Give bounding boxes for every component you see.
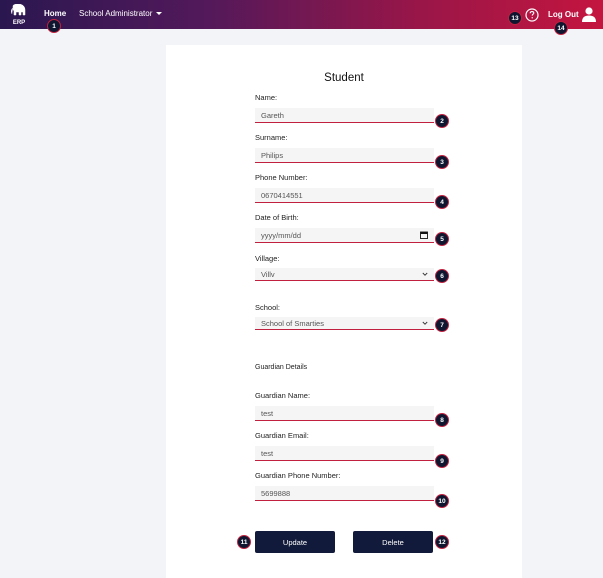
role-dropdown[interactable]: School Administrator — [79, 9, 163, 18]
name-label: Name: — [255, 93, 278, 102]
annotation-badge: 8 — [435, 413, 449, 427]
phone-input[interactable]: 0670414551 — [255, 188, 434, 203]
annotation-badge: 4 — [435, 195, 449, 209]
annotation-badge: 5 — [435, 232, 449, 246]
delete-button[interactable]: Delete — [353, 531, 433, 553]
student-form-card: Student Name: Gareth Surname: Philips Ph… — [166, 45, 522, 578]
village-label: Village: — [255, 254, 280, 263]
form-title: Student — [324, 72, 364, 84]
dob-input[interactable]: yyyy/mm/dd — [255, 228, 434, 243]
surname-input[interactable]: Philips — [255, 148, 434, 163]
village-value: Villv — [261, 269, 275, 279]
update-button[interactable]: Update — [255, 531, 335, 553]
chevron-down-icon — [422, 321, 428, 325]
school-value: School of Smarties — [261, 318, 324, 328]
dob-label: Date of Birth: — [255, 213, 299, 222]
guardian-name-label: Guardian Name: — [255, 391, 311, 400]
guardian-name-input[interactable]: test — [255, 406, 434, 421]
annotation-badge: 6 — [435, 269, 449, 283]
guardian-phone-label: Guardian Phone Number: — [255, 471, 341, 480]
school-label: School: — [255, 303, 281, 312]
annotation-badge: 3 — [435, 155, 449, 169]
role-dropdown-label: School Administrator — [79, 9, 153, 18]
nav-home-link[interactable]: Home — [44, 9, 66, 18]
guardian-email-input[interactable]: test — [255, 446, 434, 461]
surname-label: Surname: — [255, 133, 288, 142]
calendar-icon[interactable] — [420, 231, 428, 239]
village-select[interactable]: Villv — [255, 268, 434, 281]
annotation-badge: 7 — [435, 318, 449, 332]
school-select[interactable]: School of Smarties — [255, 317, 434, 330]
annotation-badge: 10 — [435, 494, 449, 508]
elephant-icon[interactable]: ERP — [10, 4, 28, 26]
phone-label: Phone Number: — [255, 173, 308, 182]
caret-down-icon — [156, 12, 163, 15]
logo-text: ERP — [13, 20, 25, 26]
chevron-down-icon — [422, 272, 428, 276]
annotation-badge: 9 — [435, 454, 449, 468]
guardian-email-label: Guardian Email: — [255, 431, 309, 440]
annotation-badge: 11 — [237, 535, 251, 549]
annotation-badge: 13 — [508, 11, 522, 25]
guardian-section-heading: Guardian Details — [255, 364, 308, 371]
user-icon[interactable] — [581, 6, 597, 22]
dob-placeholder: yyyy/mm/dd — [261, 230, 302, 240]
annotation-badge: 1 — [47, 19, 61, 33]
annotation-badge: 14 — [554, 21, 568, 35]
annotation-badge: 12 — [435, 535, 449, 549]
name-input[interactable]: Gareth — [255, 108, 434, 123]
annotation-badge: 2 — [435, 114, 449, 128]
question-circle-icon[interactable] — [525, 8, 539, 22]
logout-link[interactable]: Log Out — [548, 10, 579, 19]
guardian-phone-input[interactable]: 5699888 — [255, 486, 434, 501]
